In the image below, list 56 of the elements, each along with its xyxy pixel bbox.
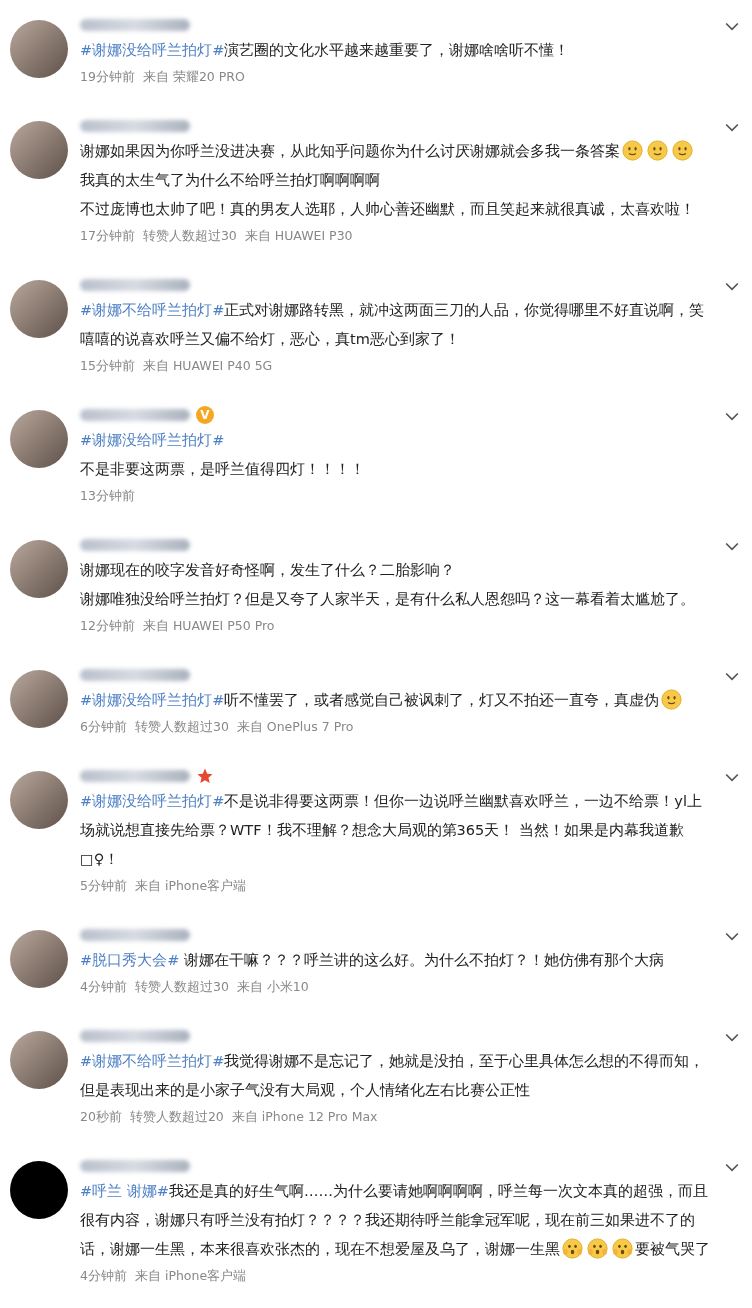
post-source: 来自 小米10 <box>236 978 309 996</box>
post-time: 4分钟前 <box>80 1267 127 1285</box>
comment-text: 不是非要这两票，是呼兰值得四灯！！！！ <box>80 460 366 479</box>
smiley-face-icon <box>622 140 643 161</box>
comment-text: #谢娜不给呼兰拍灯#我觉得谢娜不是忘记了，她就是没拍，至于心里具体怎么想的不得而知，但是表现出来的是小家子气没有大局观，个人情绪化左右比赛公正性 <box>80 1052 706 1100</box>
comment-text: #脱口秀大会# 谢娜在干嘛？？？呼兰讲的这么好。为什么不拍灯？！她仿佛有那个大病 <box>80 951 665 970</box>
post-source: 来自 iPhone客户端 <box>134 1267 247 1285</box>
post-time: 13分钟前 <box>80 487 135 505</box>
verified-badge: V <box>196 406 214 424</box>
post-time: 15分钟前 <box>80 357 135 375</box>
post-time: 4分钟前 <box>80 978 127 996</box>
post-time: 12分钟前 <box>80 617 135 635</box>
post-source: 来自 HUAWEI P40 5G <box>142 357 273 375</box>
comment-text: #谢娜没给呼兰拍灯#演艺圈的文化水平越来越重要了，谢娜啥啥听不懂！ <box>80 41 571 60</box>
avatar-photo-placeholder[interactable] <box>10 1031 68 1089</box>
post-time: 20秒前 <box>80 1108 122 1126</box>
comment-text: 谢娜唯独没给呼兰拍灯？但是又夸了人家半天，是有什么私人恩怨吗？这一幕看着太尴尬了。 <box>80 590 696 609</box>
comment-text: 谢娜如果因为你呼兰没进决赛，从此知乎问题你为什么讨厌谢娜就会多我一条答案 <box>80 137 710 166</box>
post-time: 6分钟前 <box>80 718 127 736</box>
screaming-face-icon <box>612 1238 633 1259</box>
smiley-face-icon <box>647 140 668 161</box>
smiley-face-icon <box>661 689 683 710</box>
post-time: 5分钟前 <box>80 877 127 895</box>
repost-count: 转赞人数超过30 <box>134 978 229 996</box>
avatar-photo-placeholder[interactable] <box>10 670 68 728</box>
comment-text: #谢娜不给呼兰拍灯#正式对谢娜路转黑，就冲这两面三刀的人品，你觉得哪里不好直说啊，笑嘻嘻的说喜欢呼兰又偏不给灯，恶心，真tm恶心到家了！ <box>80 301 706 349</box>
post-time: 17分钟前 <box>80 227 135 245</box>
repost-count: 转赞人数超过30 <box>134 718 229 736</box>
post-source: 来自 OnePlus 7 Pro <box>236 718 354 736</box>
avatar-circle[interactable] <box>10 1161 68 1219</box>
avatar-photo-placeholder[interactable] <box>10 280 68 338</box>
smiley-face-icon <box>672 140 693 161</box>
avatar-photo-placeholder[interactable] <box>10 930 68 988</box>
post-source: 来自 HUAWEI P30 <box>244 227 353 245</box>
comment-text: 谢娜现在的咬字发音好奇怪啊，发生了什么？二胎影响？ <box>80 561 456 580</box>
screaming-face-icon <box>562 1238 583 1259</box>
repost-count: 转赞人数超过30 <box>142 227 237 245</box>
comment-text: 我真的太生气了为什么不给呼兰拍灯啊啊啊啊 <box>80 171 381 190</box>
comment-text: #谢娜没给呼兰拍灯#听不懂罢了，或者感觉自己被讽刺了，灯又不拍还一直夸，真虚伪 <box>80 686 710 715</box>
repost-count: 转赞人数超过20 <box>129 1108 224 1126</box>
comment-text: #谢娜没给呼兰拍灯# <box>80 431 226 450</box>
post-source: 来自 iPhone 12 Pro Max <box>231 1108 378 1126</box>
post-source: 来自 荣耀20 PRO <box>142 68 245 86</box>
avatar-photo-placeholder[interactable] <box>10 410 68 468</box>
comment-text: #呼兰 谢娜#我还是真的好生气啊……为什么要请她啊啊啊啊，呼兰每一次文本真的超强，而且很有内容，谢娜只有呼兰没有拍灯？？？？我还期待呼兰能拿冠军呢，现在前三如果进不了的话，谢娜一生黑，本来很喜欢张杰的，现在不想爱屋及乌了，谢娜一生黑 要被气哭了 <box>80 1182 710 1261</box>
post-source: 来自 iPhone客户端 <box>134 877 247 895</box>
star-icon <box>196 767 214 785</box>
avatar-photo-placeholder[interactable] <box>10 771 68 829</box>
avatar-photo-placeholder[interactable] <box>10 20 68 78</box>
avatar-photo-placeholder[interactable] <box>10 540 68 598</box>
screaming-face-icon <box>587 1238 608 1259</box>
post-time: 19分钟前 <box>80 68 135 86</box>
comment-text: 不过庞博也太帅了吧！真的男友人选耶，人帅心善还幽默，而且笑起来就很真诚，太喜欢啦！ <box>80 200 696 219</box>
post-source: 来自 HUAWEI P50 Pro <box>142 617 275 635</box>
avatar-photo-placeholder[interactable] <box>10 121 68 179</box>
comment-text: #谢娜没给呼兰拍灯#不是说非得要这两票！但你一边说呼兰幽默喜欢呼兰，一边不给票！yl上场就说想直接先给票？WTF！我不理解？想念大局观的第365天！ 当然！如果是内幕我道歉□♀！ <box>80 792 703 869</box>
